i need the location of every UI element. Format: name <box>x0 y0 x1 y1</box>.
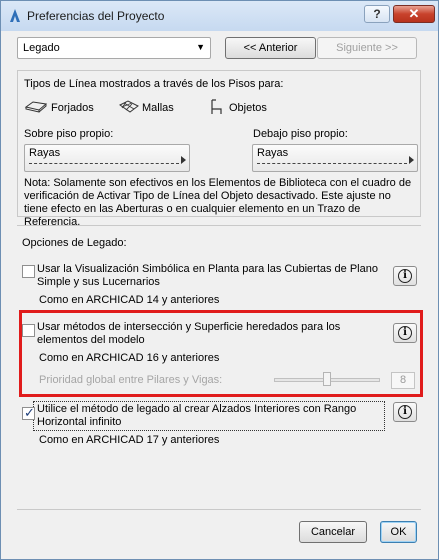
cancel-button[interactable]: Cancelar <box>299 521 367 543</box>
legacy-interior-elevations-info-button[interactable]: i <box>393 402 417 422</box>
dashed-line-preview <box>29 163 179 164</box>
mesh-icon <box>119 100 139 113</box>
chevron-right-icon <box>181 156 186 164</box>
help-button[interactable]: ? <box>364 5 390 23</box>
legacy-options-heading: Opciones de Legado: <box>22 237 127 249</box>
dashed-line-preview <box>257 163 407 164</box>
own-floor-linetype-value: Rayas <box>29 147 61 159</box>
legacy-interior-elevations-version-note: Como en ARCHICAD 17 y anteriores <box>39 434 220 446</box>
slab-label: Forjados <box>51 102 94 114</box>
legacy-intersection-checkbox[interactable] <box>22 324 35 337</box>
linetypes-heading: Tipos de Línea mostrados a través de los… <box>24 78 284 90</box>
dialog-body: Legado ▼ << Anterior Siguiente >> Tipos … <box>8 31 431 554</box>
priority-value-field[interactable]: 8 <box>391 372 415 389</box>
close-button[interactable]: ✕ <box>393 5 435 23</box>
next-button[interactable]: Siguiente >> <box>317 37 417 59</box>
legacy-interior-elevations-label: Utilice el método de legado al crear Alz… <box>37 403 357 428</box>
below-floor-linetype-select[interactable]: Rayas <box>252 144 418 172</box>
symbolic-roof-display-label: Usar la Visualización Simbólica en Plant… <box>37 263 378 288</box>
legacy-interior-elevations-checkbox[interactable] <box>22 405 35 421</box>
preference-page-value: Legado <box>23 42 60 54</box>
below-floor-linetype-value: Rayas <box>257 147 289 159</box>
own-floor-linetype-select[interactable]: Rayas <box>24 144 190 172</box>
symbolic-roof-display-checkbox[interactable] <box>22 265 35 278</box>
priority-label: Prioridad global entre Pilares y Vigas: <box>39 374 223 386</box>
legacy-intersection-label: Usar métodos de intersección y Superfici… <box>37 321 341 346</box>
own-floor-label: Sobre piso propio: <box>24 128 114 140</box>
chevron-down-icon: ▼ <box>196 42 205 52</box>
objects-label: Objetos <box>229 102 267 114</box>
chevron-right-icon <box>409 156 414 164</box>
info-icon: i <box>398 326 412 340</box>
archicad-app-icon <box>10 9 20 22</box>
separator <box>17 509 421 510</box>
info-icon: i <box>398 269 412 283</box>
chair-icon <box>211 99 222 114</box>
symbolic-roof-version-note: Como en ARCHICAD 14 y anteriores <box>39 294 220 306</box>
window-title: Preferencias del Proyecto <box>27 9 165 23</box>
legacy-intersection-version-note: Como en ARCHICAD 16 y anteriores <box>39 352 220 364</box>
ok-button[interactable]: OK <box>380 521 417 543</box>
legacy-intersection-info-button[interactable]: i <box>393 323 417 343</box>
title-bar: Preferencias del Proyecto ? ✕ <box>1 1 438 31</box>
preference-page-dropdown[interactable]: Legado ▼ <box>17 37 211 59</box>
mesh-label: Mallas <box>142 102 174 114</box>
preferences-window: Preferencias del Proyecto ? ✕ Legado ▼ <… <box>0 0 439 560</box>
slab-icon <box>24 101 48 113</box>
linetypes-note: Nota: Solamente son efectivos en los Ele… <box>24 177 412 228</box>
symbolic-roof-info-button[interactable]: i <box>393 266 417 286</box>
previous-button[interactable]: << Anterior <box>225 37 316 59</box>
separator <box>17 225 421 226</box>
priority-slider-thumb[interactable] <box>323 372 331 386</box>
below-floor-label: Debajo piso propio: <box>253 128 348 140</box>
info-icon: i <box>398 405 412 419</box>
linetypes-group: Tipos de Línea mostrados a través de los… <box>17 70 421 228</box>
